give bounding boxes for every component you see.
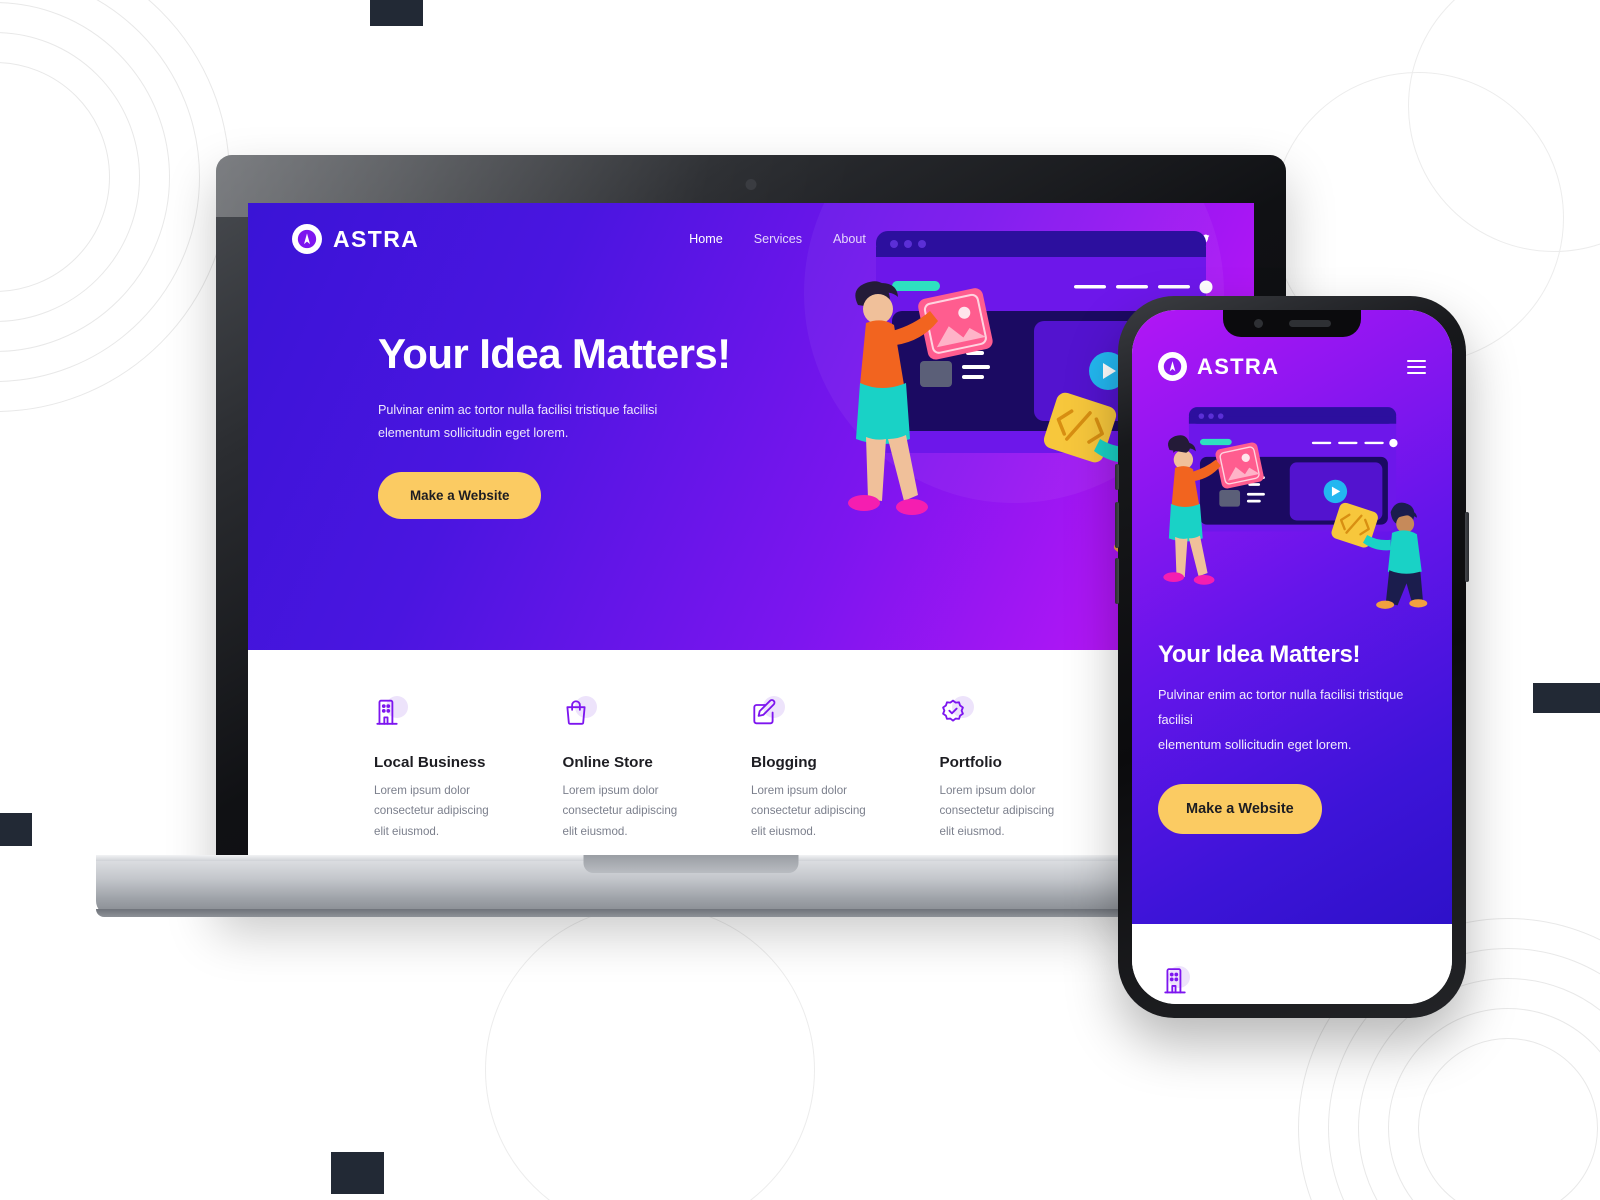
- laptop-mockup: ASTRA Home Services About Reviews Why Us…: [96, 155, 1286, 917]
- mobile-subtitle-line3: elementum sollicitudin eget lorem.: [1158, 736, 1352, 752]
- phone-mockup: ASTRA Your Idea Matters! Pulvinar enim a…: [1115, 296, 1469, 1018]
- shopping-bag-icon: [563, 696, 601, 736]
- feature-text: Lorem ipsum dolor consectetur adipiscing…: [939, 784, 1055, 838]
- phone-volume-button-down[interactable]: [1115, 502, 1119, 548]
- brand-logo[interactable]: ASTRA: [292, 224, 419, 254]
- mobile-make-a-website-button[interactable]: Make a Website: [1158, 783, 1322, 834]
- hero-subtitle: Pulvinar enim ac tortor nulla facilisi t…: [378, 399, 668, 444]
- phone-volume-button-down-2[interactable]: [1115, 558, 1119, 604]
- building-icon: [1162, 966, 1196, 1000]
- feature-card-blogging[interactable]: Blogging Lorem ipsum dolor consectetur a…: [751, 696, 874, 842]
- deco-rect-bottom: [331, 1152, 384, 1194]
- deco-rect-right: [1533, 683, 1600, 713]
- feature-title: Local Business: [374, 754, 486, 771]
- desktop-site: ASTRA Home Services About Reviews Why Us…: [248, 203, 1254, 886]
- hero-title: Your Idea Matters!: [378, 330, 731, 377]
- desktop-features-section: Local Business Lorem ipsum dolor consect…: [248, 650, 1254, 842]
- hero-subtitle-line1: Pulvinar enim ac tortor nulla facilisi t…: [378, 403, 658, 418]
- mobile-subtitle-line1: Pulvinar enim ac tortor nulla facilisi t…: [1158, 687, 1404, 702]
- hero-copy: Your Idea Matters! Pulvinar enim ac tort…: [378, 330, 798, 519]
- mobile-hero-subtitle: Pulvinar enim ac tortor nulla facilisi t…: [1132, 669, 1452, 758]
- nav-link-services[interactable]: Services: [754, 232, 802, 246]
- deco-circle-bottomcenter: [485, 905, 815, 1200]
- mobile-hero-section: ASTRA Your Idea Matters! Pulvinar enim a…: [1132, 310, 1452, 924]
- building-icon: [374, 696, 412, 736]
- phone-front-camera-icon: [1253, 319, 1263, 328]
- make-a-website-button[interactable]: Make a Website: [378, 472, 542, 519]
- mobile-brand-logo[interactable]: ASTRA: [1158, 352, 1279, 381]
- feature-text: Lorem ipsum dolor consectetur adipiscing…: [751, 784, 866, 838]
- feature-text: Lorem ipsum dolor consectetur adipiscing…: [374, 784, 489, 838]
- nav-link-home[interactable]: Home: [689, 232, 723, 246]
- feature-title: Blogging: [751, 754, 817, 771]
- laptop-base-foot: [96, 909, 1286, 917]
- feature-card-portfolio[interactable]: Portfolio Lorem ipsum dolor consectetur …: [939, 696, 1063, 842]
- phone-speaker-icon: [1288, 320, 1331, 327]
- laptop-screen: ASTRA Home Services About Reviews Why Us…: [248, 203, 1254, 886]
- badge-check-icon: [940, 696, 978, 736]
- laptop-base: [96, 855, 1286, 917]
- desktop-hero-section: ASTRA Home Services About Reviews Why Us…: [248, 203, 1254, 650]
- mockup-scene: ASTRA Home Services About Reviews Why Us…: [0, 0, 1600, 1200]
- phone-power-button[interactable]: [1465, 512, 1469, 582]
- phone-volume-button-up[interactable]: [1115, 464, 1119, 490]
- phone-body: ASTRA Your Idea Matters! Pulvinar enim a…: [1115, 296, 1469, 1018]
- astra-circle-a-icon: [292, 224, 322, 254]
- laptop-webcam-icon: [745, 179, 757, 190]
- brand-name: ASTRA: [333, 225, 420, 252]
- deco-rect-top: [370, 0, 423, 26]
- feature-title: Portfolio: [939, 754, 1002, 771]
- mobile-features-section: [1132, 924, 1452, 1004]
- deco-rect-left: [0, 813, 32, 846]
- feature-text: Lorem ipsum dolor consectetur adipiscing…: [562, 784, 678, 838]
- mobile-hero-illustration: [1146, 403, 1446, 631]
- feature-card-local-business[interactable]: Local Business Lorem ipsum dolor consect…: [374, 696, 497, 842]
- mobile-hero-title: Your Idea Matters!: [1158, 641, 1361, 668]
- phone-notch: [1223, 310, 1361, 337]
- feature-title: Online Store: [562, 754, 653, 771]
- astra-circle-a-icon: [1158, 352, 1187, 381]
- mobile-subtitle-line2: facilisi: [1158, 711, 1193, 727]
- edit-pencil-icon: [751, 696, 789, 736]
- mobile-brand-name: ASTRA: [1197, 353, 1280, 379]
- phone-screen: ASTRA Your Idea Matters! Pulvinar enim a…: [1132, 310, 1452, 1004]
- hamburger-menu-icon[interactable]: [1407, 359, 1426, 374]
- feature-card-online-store[interactable]: Online Store Lorem ipsum dolor consectet…: [562, 696, 686, 842]
- laptop-base-notch: [583, 855, 799, 873]
- hero-subtitle-line2: elementum sollicitudin eget lorem.: [378, 425, 569, 440]
